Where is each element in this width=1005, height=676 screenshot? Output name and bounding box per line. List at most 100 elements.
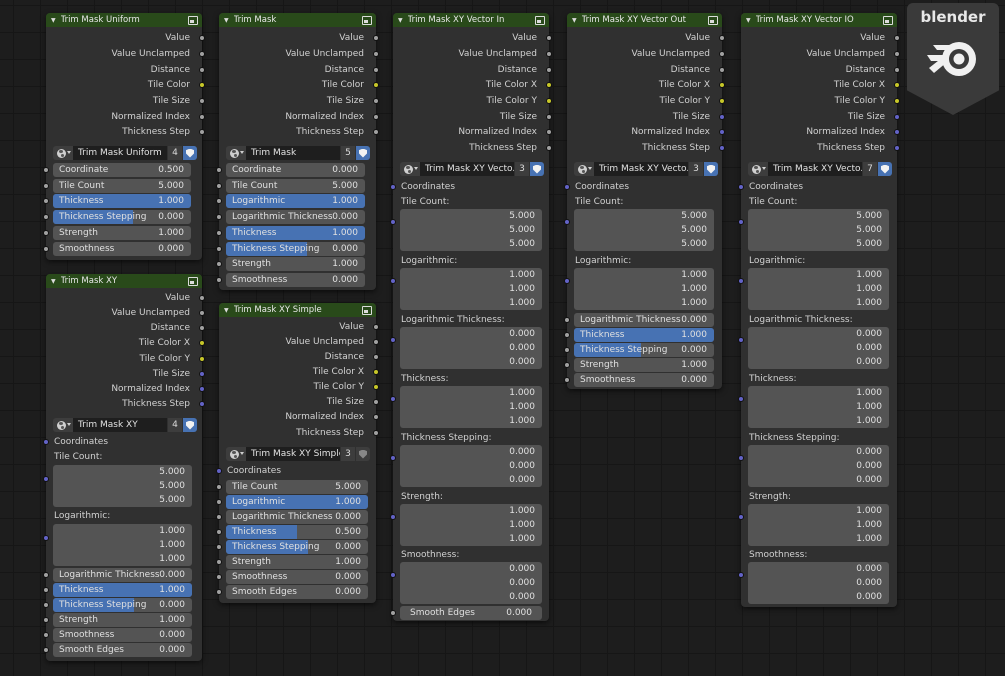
- input-smooth-edges[interactable]: Smooth Edges 0.000: [226, 585, 368, 599]
- input-thickness-stepping[interactable]: Thickness Stepping 0.000: [574, 343, 714, 357]
- vector-x[interactable]: 5.000: [400, 209, 542, 223]
- node-header[interactable]: ▼ Trim Mask XY Simple: [219, 303, 376, 317]
- vector-x[interactable]: 1.000: [400, 268, 542, 282]
- node-group-icon[interactable]: [188, 15, 198, 25]
- vector-y[interactable]: 5.000: [574, 223, 714, 237]
- vector-x[interactable]: 0.000: [400, 327, 542, 341]
- group-name-field[interactable]: Trim Mask XY Vecto...: [768, 162, 862, 176]
- node-trim-mask-xy[interactable]: ▼ Trim Mask XY Value Value Unclamped Dis…: [43, 274, 205, 661]
- input-thickness[interactable]: Thickness 0.500: [226, 525, 368, 539]
- input-socket[interactable]: [564, 377, 570, 383]
- vector-y[interactable]: 0.000: [400, 459, 542, 473]
- vector-z[interactable]: 0.000: [748, 590, 889, 604]
- node-trim-mask-uniform[interactable]: ▼ Trim Mask Uniform Value Value Unclampe…: [43, 13, 205, 260]
- fake-user-shield-icon[interactable]: [530, 162, 544, 176]
- vector-x[interactable]: 0.000: [748, 445, 889, 459]
- input-socket[interactable]: [216, 559, 222, 565]
- input-socket[interactable]: [738, 514, 744, 520]
- collapse-arrow-icon[interactable]: ▼: [572, 17, 577, 24]
- vector-y[interactable]: 1.000: [748, 518, 889, 532]
- input-socket[interactable]: [43, 230, 49, 236]
- output-socket[interactable]: [719, 145, 725, 151]
- input-socket[interactable]: [738, 184, 744, 190]
- output-socket[interactable]: [373, 369, 379, 375]
- input-strength[interactable]: Strength 1.000: [226, 257, 365, 271]
- input-socket[interactable]: [216, 198, 222, 204]
- input-socket[interactable]: [43, 587, 49, 593]
- input-socket[interactable]: [564, 219, 570, 225]
- node-group-selector[interactable]: Trim Mask 5: [226, 146, 370, 160]
- output-socket[interactable]: [199, 51, 205, 57]
- node-group-icon[interactable]: [883, 15, 893, 25]
- output-socket[interactable]: [546, 82, 552, 88]
- output-socket[interactable]: [199, 67, 205, 73]
- output-socket[interactable]: [719, 35, 725, 41]
- input-smoothness[interactable]: Smoothness 0.000: [53, 628, 192, 642]
- output-socket[interactable]: [546, 129, 552, 135]
- input-socket[interactable]: [390, 219, 396, 225]
- collapse-arrow-icon[interactable]: ▼: [224, 17, 229, 24]
- group-name-field[interactable]: Trim Mask XY Vecto...: [594, 162, 688, 176]
- vector-y[interactable]: 1.000: [748, 400, 889, 414]
- collapse-arrow-icon[interactable]: ▼: [51, 17, 56, 24]
- vector-y[interactable]: 5.000: [748, 223, 889, 237]
- group-name-field[interactable]: Trim Mask XY Vecto...: [420, 162, 514, 176]
- vector-z[interactable]: 1.000: [748, 296, 889, 310]
- input-socket[interactable]: [390, 184, 396, 190]
- input-socket[interactable]: [738, 337, 744, 343]
- vector-z[interactable]: 5.000: [400, 237, 542, 251]
- node-group-selector[interactable]: Trim Mask XY Vecto... 3: [400, 162, 544, 176]
- input-socket[interactable]: [564, 347, 570, 353]
- vector-z[interactable]: 0.000: [400, 355, 542, 369]
- input-socket[interactable]: [738, 572, 744, 578]
- input-strength[interactable]: Strength 1.000: [53, 613, 192, 627]
- collapse-arrow-icon[interactable]: ▼: [51, 278, 56, 285]
- input-coordinate[interactable]: Coordinate 0.500: [53, 163, 191, 177]
- output-socket[interactable]: [894, 114, 900, 120]
- output-socket[interactable]: [719, 129, 725, 135]
- output-socket[interactable]: [373, 129, 379, 135]
- input-socket[interactable]: [43, 632, 49, 638]
- input-socket[interactable]: [390, 337, 396, 343]
- input-thickness-stepping[interactable]: Thickness Stepping 0.000: [226, 242, 365, 256]
- collapse-arrow-icon[interactable]: ▼: [398, 17, 403, 24]
- vector-z[interactable]: 1.000: [574, 296, 714, 310]
- output-socket[interactable]: [199, 114, 205, 120]
- vector-y[interactable]: 0.000: [400, 576, 542, 590]
- vector-y[interactable]: 1.000: [400, 400, 542, 414]
- input-thickness-stepping[interactable]: Thickness Stepping 0.000: [226, 540, 368, 554]
- output-socket[interactable]: [373, 82, 379, 88]
- node-trim-mask-xy-vector-out[interactable]: ▼ Trim Mask XY Vector Out Value Value Un…: [564, 13, 725, 389]
- output-socket[interactable]: [373, 51, 379, 57]
- input-smoothness[interactable]: Smoothness 0.000: [574, 373, 714, 387]
- input-socket[interactable]: [564, 317, 570, 323]
- input-thickness[interactable]: Thickness 1.000: [53, 583, 192, 597]
- node-trim-mask[interactable]: ▼ Trim Mask Value Value Unclamped Distan…: [216, 13, 379, 290]
- input-socket[interactable]: [43, 572, 49, 578]
- vector-x[interactable]: 1.000: [748, 268, 889, 282]
- node-header[interactable]: ▼ Trim Mask: [219, 13, 376, 27]
- node-header[interactable]: ▼ Trim Mask Uniform: [46, 13, 202, 27]
- input-thickness[interactable]: Thickness 1.000: [53, 194, 191, 208]
- tile-count-y[interactable]: 5.000: [53, 479, 192, 493]
- output-socket[interactable]: [546, 35, 552, 41]
- vector-x[interactable]: 1.000: [748, 386, 889, 400]
- node-trim-mask-xy-simple[interactable]: ▼ Trim Mask XY Simple Value Value Unclam…: [216, 303, 379, 603]
- input-logarithmic-thickness[interactable]: Logarithmic Thickness 0.000: [226, 210, 365, 224]
- vector-z[interactable]: 0.000: [400, 590, 542, 604]
- vector-y[interactable]: 5.000: [400, 223, 542, 237]
- input-logarithmic[interactable]: Logarithmic 1.000: [226, 495, 368, 509]
- input-coordinate[interactable]: Coordinate 0.000: [226, 163, 365, 177]
- input-socket[interactable]: [216, 514, 222, 520]
- output-socket[interactable]: [199, 310, 205, 316]
- vector-x[interactable]: 1.000: [574, 268, 714, 282]
- output-socket[interactable]: [373, 399, 379, 405]
- output-socket[interactable]: [199, 295, 205, 301]
- fake-user-shield-icon[interactable]: [183, 146, 197, 160]
- output-socket[interactable]: [894, 129, 900, 135]
- output-socket[interactable]: [719, 82, 725, 88]
- node-tree-icon[interactable]: [574, 162, 594, 176]
- input-socket[interactable]: [390, 514, 396, 520]
- collapse-arrow-icon[interactable]: ▼: [746, 17, 751, 24]
- collapse-arrow-icon[interactable]: ▼: [224, 307, 229, 314]
